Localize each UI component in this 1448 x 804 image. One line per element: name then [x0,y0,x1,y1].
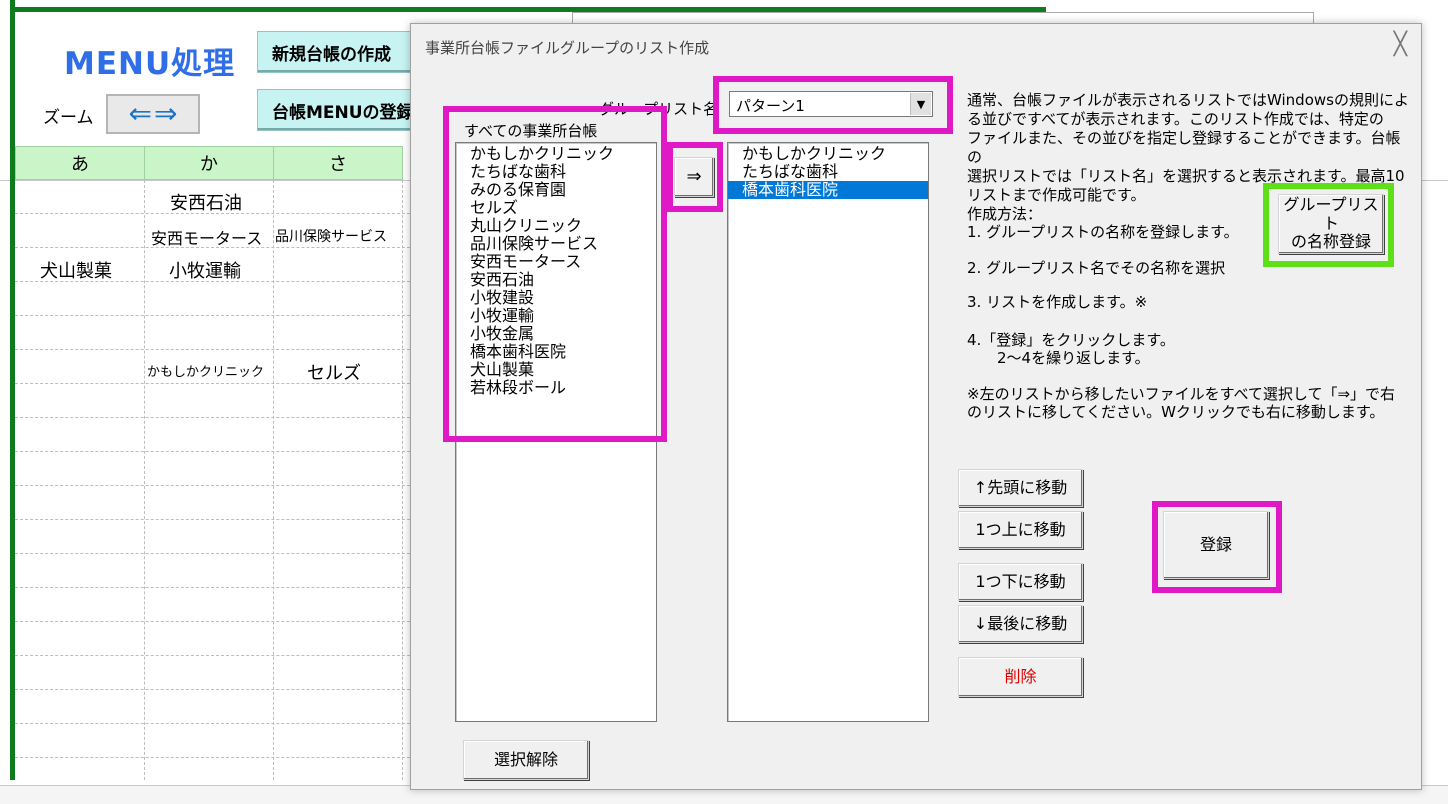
sheet-cell[interactable]: かもしかクリニック [147,361,264,380]
grid-row [15,418,415,452]
dialog-title: 事業所台帳ファイルグループのリスト作成 [425,39,710,57]
all-ledgers-label: すべての事業所台帳 [464,122,598,140]
button-label-line: の名称登録 [1290,232,1371,252]
list-item[interactable]: 小牧金属 [456,325,656,343]
zoom-button[interactable]: ⇐ ⇒ [106,94,200,134]
button-label-line: グループリスト [1283,195,1379,233]
sheet-cell[interactable]: 安西モータース [151,225,262,249]
description-line: 通常、台帳ファイルが表示されるリストではWindowsの規則によ [967,91,1409,109]
description-line: る並びですべてが表示されます。このリスト作成では、特定の [967,110,1384,128]
group-list-dialog: 事業所台帳ファイルグループのリスト作成 ╳ グループリスト名 パターン1 ▼ す… [410,23,1422,790]
list-item[interactable]: 安西石油 [456,271,656,289]
register-group-name-button[interactable]: グループリスト の名称登録 [1278,194,1384,254]
step-3: 3. リストを作成します。※ [967,293,1148,311]
list-item[interactable]: 丸山クリニック [456,217,656,235]
grid-row [15,316,415,350]
grid-row [15,452,415,486]
list-item[interactable]: たちばな歯科 [728,163,928,181]
sheet-cell[interactable]: 安西石油 [170,189,242,215]
arrow-right-icon: ⇒ [154,97,178,130]
move-up-button[interactable]: 1つ上に移動 [958,511,1083,549]
deselect-button[interactable]: 選択解除 [463,740,589,780]
column-header-ka[interactable]: か [144,146,274,180]
column-header-a[interactable]: あ [15,146,145,180]
list-item[interactable]: かもしかクリニック [728,145,928,163]
description-line: 選択リストでは「リスト名」を選択すると表示されます。最高10 [967,167,1405,185]
list-item[interactable]: 小牧運輸 [456,307,656,325]
list-item[interactable]: 安西モータース [456,253,656,271]
group-list-combo[interactable]: パターン1 ▼ [729,91,933,117]
zoom-label: ズーム [43,108,94,128]
all-ledgers-list[interactable]: かもしかクリニック たちばな歯科 みのる保育園 セルズ 丸山クリニック 品川保険… [455,142,657,722]
move-top-button[interactable]: ↑先頭に移動 [958,469,1083,507]
grid-row [15,384,415,418]
grid-row [15,656,415,690]
step-4: 4.「登録」をクリックします。 [967,331,1175,349]
move-right-button[interactable]: ⇒ [674,157,714,197]
step-1: 1. グループリストの名称を登録します。 [967,223,1239,241]
chevron-down-icon[interactable]: ▼ [910,93,931,115]
grid-row [15,622,415,656]
grid-row [15,282,415,316]
grid-row [15,554,415,588]
delete-button[interactable]: 削除 [958,657,1083,697]
move-bottom-button[interactable]: ↓最後に移動 [958,605,1083,643]
list-item[interactable]: かもしかクリニック [456,145,656,163]
selected-ledgers-list[interactable]: かもしかクリニック たちばな歯科 橋本歯科医院 [727,142,929,722]
method-title: 作成方法： [967,205,1043,223]
ledger-menu-register-button[interactable]: 台帳MENUの登録 [257,89,417,131]
group-list-value: パターン1 [736,97,805,115]
sheet-cell[interactable]: セルズ [307,359,361,385]
list-item[interactable]: 若林段ボール [456,379,656,397]
grid-row [15,520,415,554]
list-item[interactable]: セルズ [456,199,656,217]
close-icon[interactable]: ╳ [1394,32,1407,57]
move-down-button[interactable]: 1つ下に移動 [958,563,1083,601]
note-line: のリストに移してください。Wクリックでも右に移動します。 [967,403,1385,421]
grid-row [15,724,415,758]
arrow-left-icon: ⇐ [128,97,152,130]
list-item[interactable]: 品川保険サービス [456,235,656,253]
menu-title: MENU処理 [64,46,236,82]
step-4-note: 2～4を繰り返します。 [967,349,1150,367]
sheet-cell[interactable]: 犬山製菓 [40,257,112,283]
list-item-selected[interactable]: 橋本歯科医院 [728,181,928,199]
sheet-cell[interactable]: 小牧運輸 [169,257,241,283]
list-item[interactable]: 犬山製菓 [456,361,656,379]
description-line: ファイルまた、その並びを指定し登録することができます。台帳の [967,129,1401,166]
register-button[interactable]: 登録 [1163,511,1269,579]
note-line: ※左のリストから移したいファイルをすべて選択して「⇒」で右 [967,385,1396,403]
sheet-cell[interactable]: 品川保険サービス [275,226,387,246]
new-ledger-button[interactable]: 新規台帳の作成 [257,31,417,73]
column-header-sa[interactable]: さ [273,146,403,180]
description-text: 通常、台帳ファイルが表示されるリストではWindowsの規則によ る並びですべて… [967,91,1413,205]
grid-row [15,690,415,724]
grid-row [15,486,415,520]
list-item[interactable]: みのる保育園 [456,181,656,199]
step-2: 2. グループリスト名でその名称を選択 [967,259,1226,277]
group-list-label: グループリスト名 [599,100,719,118]
list-item[interactable]: 小牧建設 [456,289,656,307]
grid-row [15,588,415,622]
list-item[interactable]: たちばな歯科 [456,163,656,181]
list-item[interactable]: 橋本歯科医院 [456,343,656,361]
